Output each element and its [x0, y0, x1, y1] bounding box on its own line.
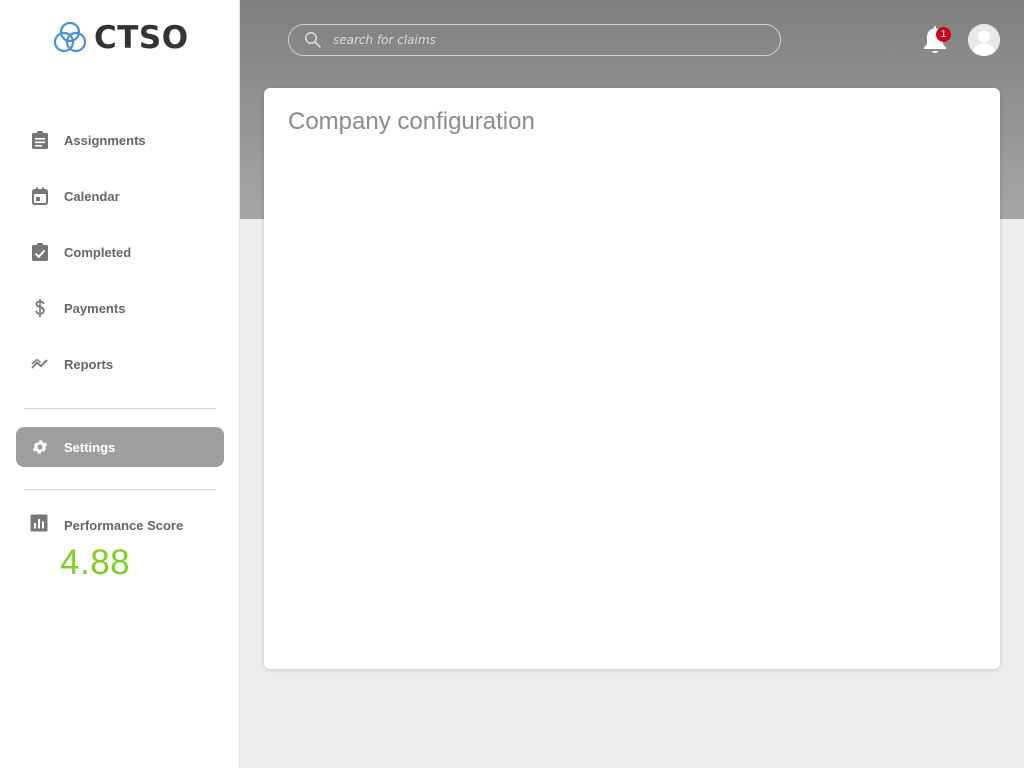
performance-score-value: 4.88 — [60, 543, 131, 582]
sidebar-nav-secondary: Settings — [16, 427, 224, 483]
sidebar-item-settings[interactable]: Settings — [16, 427, 224, 467]
clipboard-check-icon — [30, 242, 50, 262]
sidebar-item-label: Reports — [64, 356, 114, 372]
sidebar-item-calendar[interactable]: Calendar — [16, 176, 224, 216]
performance-score: Performance Score 4.88 — [30, 514, 183, 583]
main-card: Company configuration — [264, 88, 1000, 669]
sidebar-item-label: Calendar — [64, 188, 120, 204]
sidebar-divider — [24, 408, 216, 409]
sidebar-item-label: Payments — [64, 300, 126, 316]
search-bar — [288, 24, 781, 56]
trending-icon — [30, 354, 50, 374]
gear-icon — [30, 437, 50, 457]
clipboard-icon — [30, 130, 50, 150]
notifications-button[interactable]: 1 — [920, 24, 951, 56]
notification-count-badge: 1 — [936, 27, 951, 42]
avatar[interactable] — [968, 24, 1000, 56]
dollar-icon — [30, 298, 50, 318]
sidebar-divider — [24, 489, 216, 490]
performance-score-label: Performance Score — [64, 518, 184, 533]
sidebar-item-label: Completed — [64, 244, 132, 260]
search-input[interactable] — [333, 33, 753, 47]
app-logo[interactable]: CTSO — [52, 20, 189, 56]
sidebar: CTSO Assignments Calendar Completed Paym… — [0, 0, 240, 768]
sidebar-item-reports[interactable]: Reports — [16, 344, 224, 384]
page-title: Company configuration — [288, 108, 535, 135]
sidebar-item-label: Assignments — [64, 132, 146, 148]
logo-rings-icon — [53, 21, 87, 53]
sidebar-item-completed[interactable]: Completed — [16, 232, 224, 272]
sidebar-item-assignments[interactable]: Assignments — [16, 120, 224, 160]
calendar-icon — [30, 186, 50, 206]
app-name: CTSO — [94, 20, 189, 56]
sidebar-nav: Assignments Calendar Completed Payments … — [16, 120, 224, 400]
user-avatar-icon — [968, 24, 1000, 56]
sidebar-item-label: Settings — [64, 439, 116, 455]
search-icon — [303, 30, 323, 50]
bar-chart-icon — [30, 514, 48, 537]
sidebar-item-payments[interactable]: Payments — [16, 288, 224, 328]
